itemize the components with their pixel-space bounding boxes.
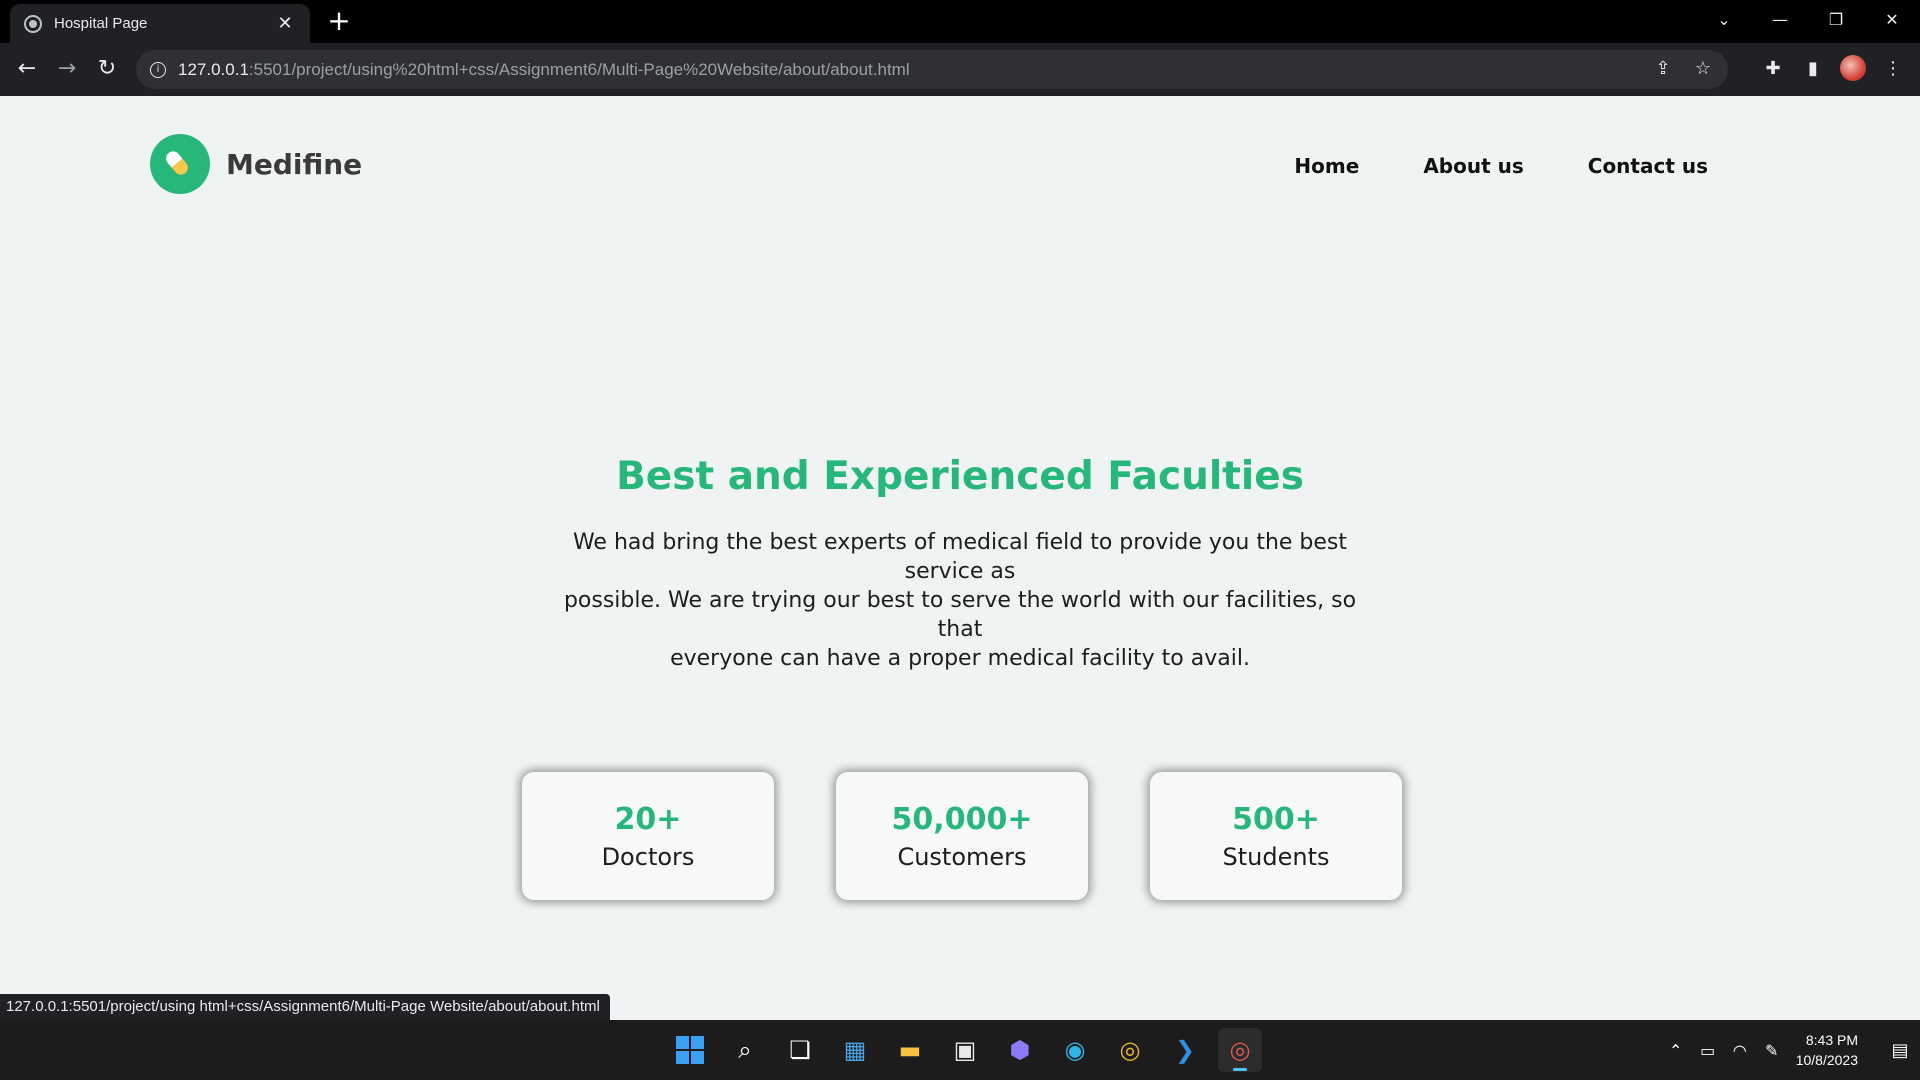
clock-time: 8:43 PM	[1805, 1032, 1858, 1048]
notification-icon[interactable]: ▤	[1880, 1040, 1920, 1061]
description-line: We had bring the best experts of medical…	[572, 530, 1348, 584]
clock-date: 10/8/2023	[1795, 1052, 1858, 1068]
browser-tab[interactable]: Hospital Page ✕	[10, 4, 310, 43]
tab-title: Hospital Page	[54, 15, 148, 32]
stats-row: 20+ Doctors 50,000+ Customers 500+ Stude…	[522, 772, 1402, 900]
address-bar[interactable]: i 127.0.0.1:5501/project/using%20html+cs…	[136, 50, 1728, 89]
taskbar: ⌕ ❏ ▦ ▬ ▣ ⬢ ◉ ◎ ❯ ◎ ⌃ ▭ ◠ ✎ 8:43 PM 10/8…	[0, 1020, 1920, 1080]
section-heading: Best and Experienced Faculties	[616, 454, 1304, 499]
close-tab-icon[interactable]: ✕	[274, 13, 296, 34]
browser-tab-strip: Hospital Page ✕ + ⌄ — ❐ ✕	[0, 0, 1920, 43]
stat-card-customers: 50,000+ Customers	[836, 772, 1088, 900]
stat-label: Students	[1222, 843, 1330, 871]
edge-icon[interactable]: ◉	[1053, 1028, 1097, 1072]
new-tab-button[interactable]: +	[324, 6, 354, 36]
nav-home[interactable]: Home	[1294, 154, 1359, 178]
description-line: everyone can have a proper medical facil…	[670, 646, 1250, 671]
page-content: Medifine Home About us Contact us Best a…	[0, 96, 1920, 1020]
reload-button[interactable]: ↻	[92, 54, 122, 84]
stat-value: 50,000+	[891, 802, 1033, 837]
menu-icon[interactable]: ⋮	[1880, 58, 1906, 79]
side-panel-icon[interactable]: ▮	[1800, 58, 1826, 79]
url-host: 127.0.0.1	[178, 59, 249, 79]
nav-about[interactable]: About us	[1423, 154, 1523, 178]
profile-avatar[interactable]	[1840, 55, 1866, 81]
share-icon[interactable]: ⇪	[1652, 58, 1674, 79]
brand-name: Medifine	[226, 147, 363, 181]
site-info-icon[interactable]: i	[150, 61, 166, 78]
extensions-icon[interactable]: ✚	[1760, 58, 1786, 79]
url-path: :5501/project/using%20html+css/Assignmen…	[248, 59, 910, 79]
taskbar-apps: ⌕ ❏ ▦ ▬ ▣ ⬢ ◉ ◎ ❯ ◎	[668, 1028, 1262, 1072]
battery-icon[interactable]: ▭	[1692, 1041, 1724, 1060]
forward-button[interactable]: →	[52, 54, 82, 84]
search-icon[interactable]: ⌕	[723, 1028, 767, 1072]
main-nav: Home About us Contact us	[1294, 154, 1708, 178]
site-logo[interactable]: Medifine	[150, 134, 362, 194]
wifi-icon[interactable]: ◠	[1724, 1041, 1756, 1060]
section-description: We had bring the best experts of medical…	[540, 528, 1380, 673]
minimize-button[interactable]: —	[1752, 10, 1808, 29]
back-button[interactable]: ←	[12, 54, 42, 84]
tab-search-icon[interactable]: ⌄	[1696, 10, 1752, 29]
restore-button[interactable]: ❐	[1808, 10, 1864, 29]
chrome-icon[interactable]: ◎	[1108, 1028, 1152, 1072]
chevron-up-icon[interactable]: ⌃	[1660, 1041, 1692, 1060]
file-explorer-icon[interactable]: ▬	[888, 1028, 932, 1072]
link-status-bar: 127.0.0.1:5501/project/using html+css/As…	[0, 994, 610, 1020]
copilot-icon[interactable]: ⬢	[998, 1028, 1042, 1072]
system-tray: ⌃ ▭ ◠ ✎ 8:43 PM 10/8/2023 ▤	[1660, 1020, 1920, 1080]
pen-icon[interactable]: ✎	[1756, 1041, 1788, 1060]
browser-toolbar: ← → ↻ i 127.0.0.1:5501/project/using%20h…	[0, 43, 1920, 96]
nav-contact[interactable]: Contact us	[1588, 154, 1708, 178]
clock[interactable]: 8:43 PM 10/8/2023	[1796, 1030, 1858, 1070]
bookmark-star-icon[interactable]: ☆	[1692, 58, 1714, 79]
stat-label: Doctors	[601, 843, 695, 871]
close-window-button[interactable]: ✕	[1864, 10, 1920, 29]
vscode-icon[interactable]: ❯	[1163, 1028, 1207, 1072]
stat-card-students: 500+ Students	[1150, 772, 1402, 900]
task-view-icon[interactable]: ❏	[778, 1028, 822, 1072]
window-controls: ⌄ — ❐ ✕	[1696, 0, 1920, 38]
stat-value: 500+	[1232, 802, 1320, 837]
stat-value: 20+	[614, 802, 682, 837]
stat-label: Customers	[897, 843, 1027, 871]
widgets-icon[interactable]: ▦	[833, 1028, 877, 1072]
globe-icon	[24, 14, 42, 33]
store-icon[interactable]: ▣	[943, 1028, 987, 1072]
description-line: possible. We are trying our best to serv…	[563, 588, 1357, 642]
chrome-profile-icon[interactable]: ◎	[1218, 1028, 1262, 1072]
pill-icon	[150, 134, 210, 194]
stat-card-doctors: 20+ Doctors	[522, 772, 774, 900]
start-icon[interactable]	[668, 1028, 712, 1072]
